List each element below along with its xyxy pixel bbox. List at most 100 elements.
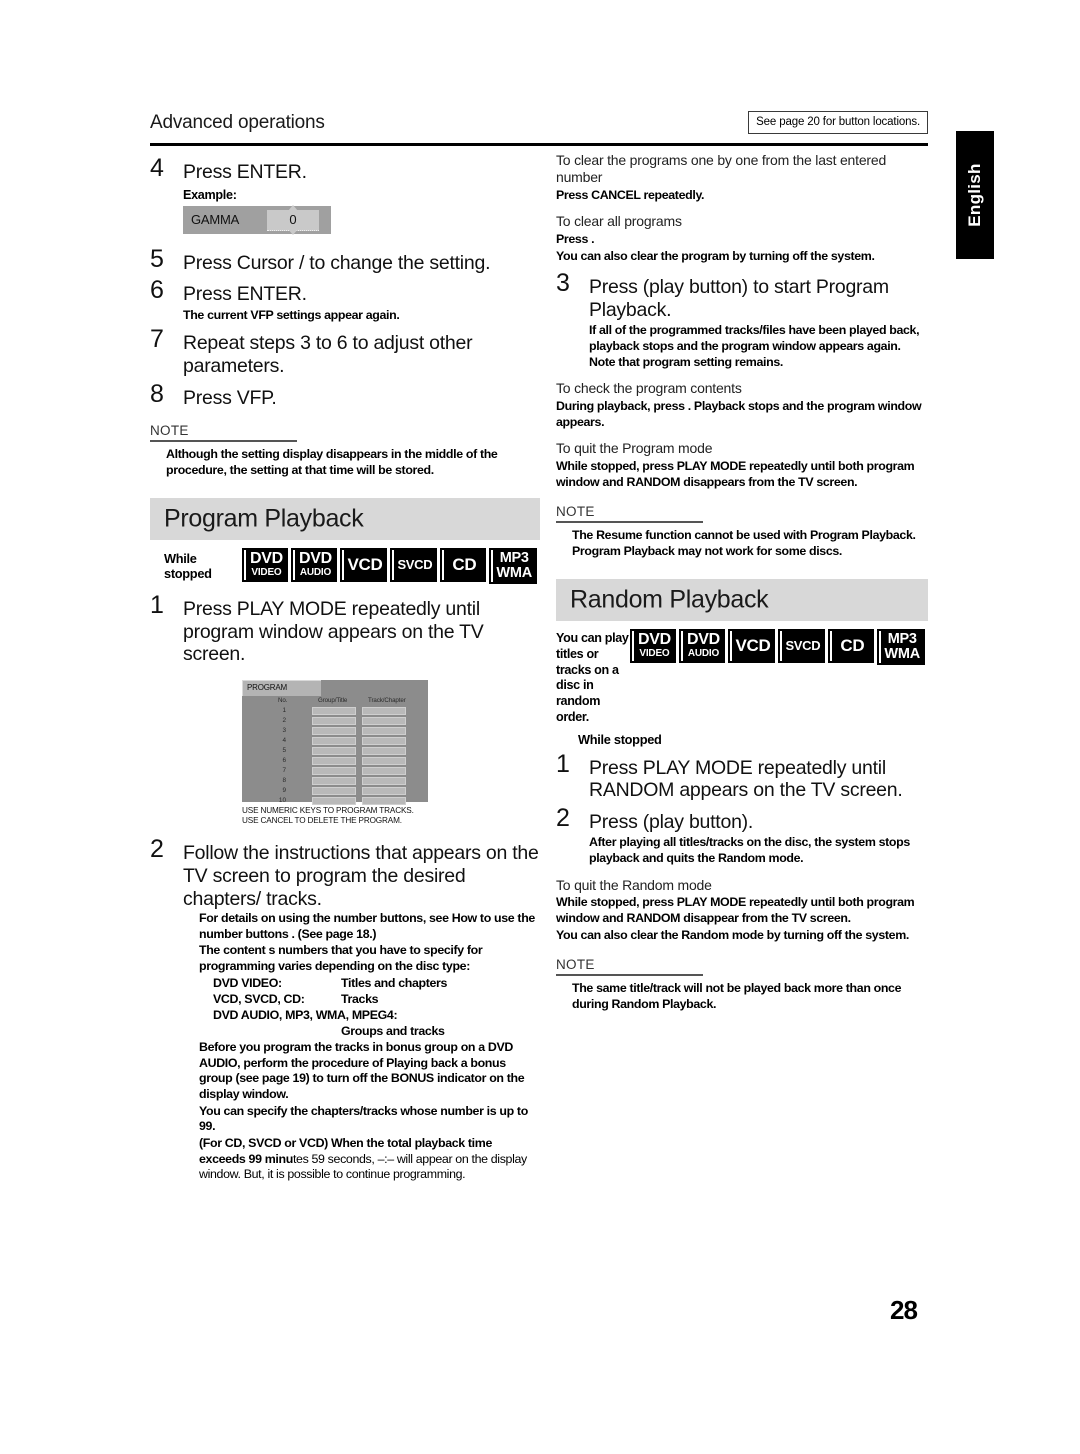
row-track-cell[interactable] <box>362 726 406 736</box>
note-random-playback: NOTE The same title/track will not be pl… <box>556 956 928 1012</box>
badge-cd-line1: CD <box>452 555 477 575</box>
row-track-cell[interactable] <box>362 766 406 776</box>
random-step-2: 2 Press (play button). After playing all… <box>556 805 928 867</box>
program-step-3: 3 Press (play button) to start Program P… <box>556 271 928 370</box>
row-group-cell[interactable] <box>312 756 356 766</box>
row-track-cell[interactable] <box>362 776 406 786</box>
row-group-cell[interactable] <box>312 736 356 746</box>
program-window-header-row: No. Group/Title Track/Chapter <box>242 697 428 707</box>
check-contents-heading: To check the program contents <box>556 380 742 397</box>
badge-mp3-wma: MP3 WMA <box>877 629 925 666</box>
left-column: 4 Press ENTER. Example: GAMMA 0 5 Press … <box>150 152 540 1183</box>
row-track-cell[interactable] <box>362 716 406 726</box>
program-step-2-note-3: Before you program the tracks in bonus g… <box>199 1040 525 1102</box>
row-track-cell[interactable] <box>362 746 406 756</box>
random-step-2-number: 2 <box>556 803 570 832</box>
row-index: 10 <box>278 796 286 804</box>
program-step-2-note-1: For details on using the number buttons,… <box>199 911 535 941</box>
row-group-cell[interactable] <box>312 786 356 796</box>
row-track-cell[interactable] <box>362 786 406 796</box>
gamma-down-arrow-icon <box>288 228 298 235</box>
program-disc-badges: While stopped DVD VIDEO DVD AUDIO VCD SV… <box>150 548 540 585</box>
row-track-cell[interactable] <box>362 706 406 716</box>
step-6: 6 Press ENTER. The current VFP settings … <box>150 278 540 323</box>
badge-vcd: VCD <box>728 629 776 664</box>
badge-svcd-line1: SVCD <box>397 557 433 573</box>
disc-type-label: DVD VIDEO: <box>213 975 282 990</box>
row-group-cell[interactable] <box>312 796 356 806</box>
disc-type-row-dvd-audio: DVD AUDIO, MP3, WMA, MPEG4: Groups and tr… <box>213 1007 540 1039</box>
page-title: Advanced operations <box>150 112 325 133</box>
badge-vcd: VCD <box>340 548 388 583</box>
clear-all-heading: To clear all programs <box>556 213 682 230</box>
program-step-2: 2 Follow the instructions that appears o… <box>150 837 540 1182</box>
step-7: 7 Repeat steps 3 to 6 to adjust other pa… <box>150 327 540 378</box>
note-program-playback: NOTE The Resume function cannot be used … <box>556 503 928 559</box>
clear-one-by-one-body: Press CANCEL repeatedly. <box>556 187 705 202</box>
random-disc-badges: You can play titles or tracks on a disc … <box>556 629 928 725</box>
table-row: 2 <box>242 716 428 726</box>
badge-dvd-video-line2: VIDEO <box>251 567 282 579</box>
badge-dvd-audio: DVD AUDIO <box>679 629 726 664</box>
badge-mp3-wma: MP3 WMA <box>489 548 537 585</box>
random-intro-text: You can play titles or tracks on a disc … <box>556 631 629 724</box>
program-step-3-note: If all of the programmed tracks/files ha… <box>589 323 920 369</box>
section-program-playback: Program Playback <box>150 498 540 541</box>
badge-mp3-line1: MP3 <box>499 550 529 567</box>
row-track-cell[interactable] <box>362 756 406 766</box>
program-window-caption-line1: USE NUMERIC KEYS TO PROGRAM TRACKS. <box>242 805 414 815</box>
note-random-playback-body: The same title/track will not be played … <box>572 980 902 1011</box>
row-group-cell[interactable] <box>312 706 356 716</box>
quit-random-body-2: You can also clear the Random mode by tu… <box>556 927 909 942</box>
clear-one-by-one-heading: To clear the programs one by one from th… <box>556 152 887 185</box>
step-5-text: Press Cursor / to change the setting. <box>183 251 491 274</box>
program-step-3-text: Press (play button) to start Program Pla… <box>589 276 889 321</box>
badge-dvd-video-line2: VIDEO <box>639 648 670 660</box>
row-group-cell[interactable] <box>312 746 356 756</box>
row-track-cell[interactable] <box>362 736 406 746</box>
table-row: 10 <box>242 796 428 806</box>
note-label: NOTE <box>150 423 189 439</box>
disc-type-row-vcd-svcd-cd: VCD, SVCD, CD: Tracks <box>213 991 540 1007</box>
note-underline <box>150 440 297 442</box>
quit-random-heading: To quit the Random mode <box>556 876 712 893</box>
program-window-rows: 1 2 3 4 5 6 7 8 9 10 <box>242 706 428 807</box>
disc-type-label: VCD, SVCD, CD: <box>213 991 305 1006</box>
random-step-2-note: After playing all titles/tracks on the d… <box>589 835 910 866</box>
program-window: PROGRAM No. Group/Title Track/Chapter 1 … <box>242 679 428 806</box>
row-track-cell[interactable] <box>362 796 406 806</box>
step-8-text: Press VFP. <box>183 386 277 409</box>
random-step-2-text: Press (play button). <box>589 810 754 833</box>
program-step-1: 1 Press PLAY MODE repeatedly until progr… <box>150 593 540 666</box>
program-col-no: No. <box>278 696 288 704</box>
disc-type-label: DVD AUDIO, MP3, WMA, MPEG4: <box>213 1007 398 1022</box>
disc-type-row-dvd-video: DVD VIDEO: Titles and chapters <box>213 975 540 991</box>
row-group-cell[interactable] <box>312 726 356 736</box>
step-4-text: Press ENTER. <box>183 161 307 183</box>
note-underline <box>556 974 703 976</box>
random-step-1-text: Press PLAY MODE repeatedly until RANDOM … <box>589 756 903 802</box>
example-label: Example: <box>183 187 237 202</box>
table-row: 1 <box>242 706 428 716</box>
disc-type-value: Groups and tracks <box>341 1024 445 1039</box>
badge-wma-line2: WMA <box>884 645 920 662</box>
program-window-caption: USE NUMERIC KEYS TO PROGRAM TRACKS. USE … <box>242 806 428 827</box>
row-group-cell[interactable] <box>312 776 356 786</box>
random-step-1: 1 Press PLAY MODE repeatedly until RANDO… <box>556 751 928 802</box>
table-row: 8 <box>242 776 428 786</box>
note-program-playback-body: The Resume function cannot be used with … <box>572 527 916 559</box>
gamma-setting-box: GAMMA 0 <box>183 204 331 235</box>
program-step-2-note-2: The content s numbers that you have to s… <box>199 943 483 974</box>
row-group-cell[interactable] <box>312 766 356 776</box>
step-7-text: Repeat steps 3 to 6 to adjust other para… <box>183 332 473 378</box>
program-col-track-chapter: Track/Chapter <box>368 696 406 704</box>
badge-dvd-video: DVD VIDEO <box>242 548 289 583</box>
program-step-3-number: 3 <box>556 269 570 298</box>
step-8-number: 8 <box>150 379 164 408</box>
row-group-cell[interactable] <box>312 716 356 726</box>
note-vfp: NOTE Although the setting display disapp… <box>150 422 540 478</box>
badge-vcd-line1: VCD <box>735 636 771 656</box>
section-random-playback-title: Random Playback <box>570 585 769 614</box>
while-stopped-label-right: While stopped <box>578 731 662 747</box>
step-4-number: 4 <box>150 154 164 182</box>
